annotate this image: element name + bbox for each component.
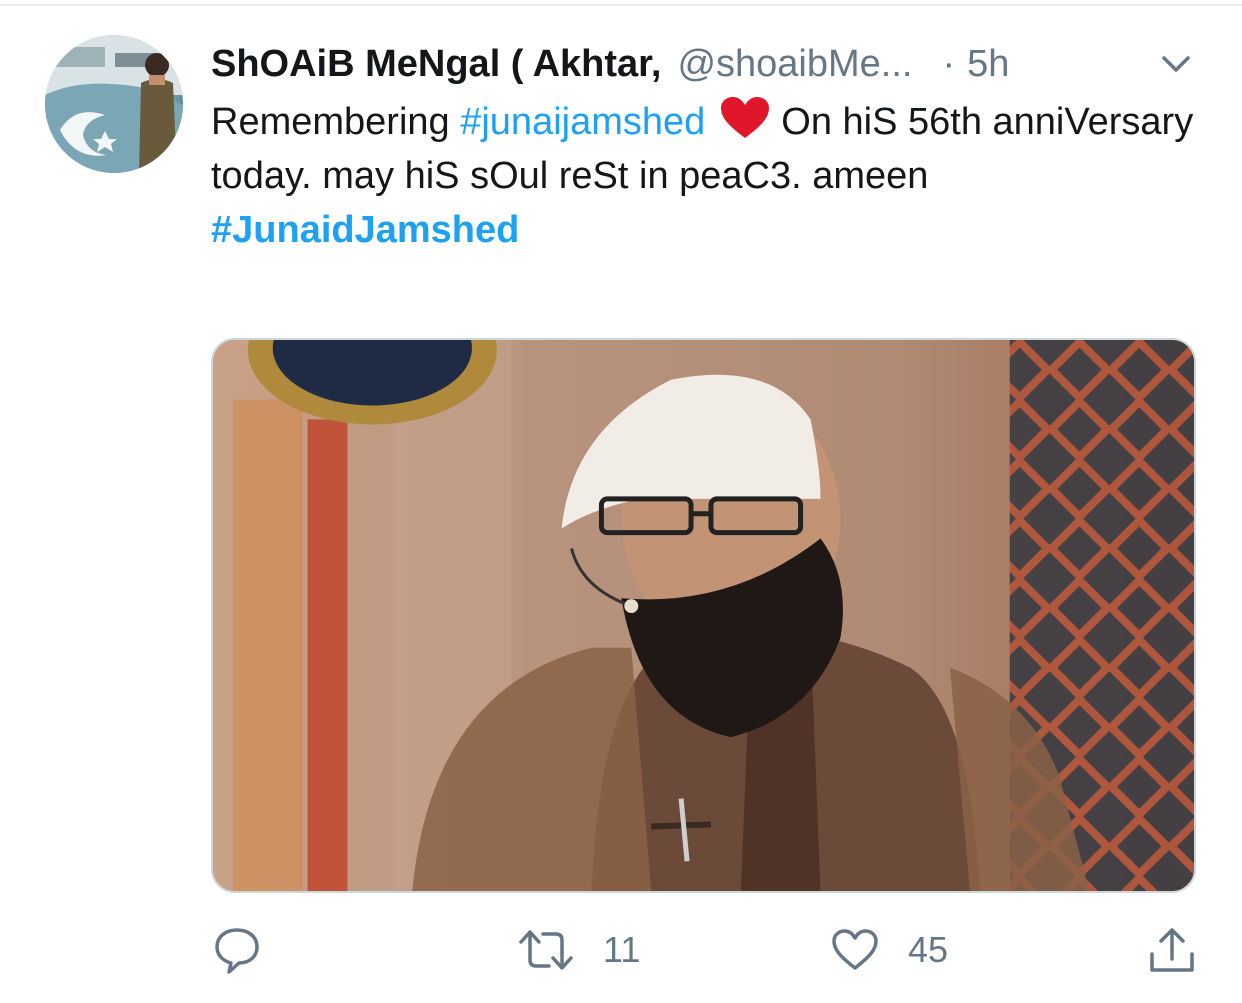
- timestamp[interactable]: 5h: [967, 43, 1009, 86]
- tweet-text: Remembering #junaijamshed On hiS 56th ann…: [211, 95, 1201, 257]
- top-divider: [0, 4, 1242, 6]
- share-button[interactable]: [1148, 915, 1196, 985]
- tweet-header: ShOAiB MeNgal ( Akhtar, @shoaibMe... · 5…: [211, 36, 1171, 92]
- avatar[interactable]: [45, 35, 183, 173]
- tweet-actions: 11 45: [0, 915, 1242, 985]
- red-heart-icon: [719, 96, 771, 140]
- retweet-count: 11: [603, 929, 641, 970]
- retweet-icon: [519, 928, 573, 972]
- like-button[interactable]: 45: [832, 915, 948, 985]
- photo-image: [213, 340, 1194, 891]
- reply-icon: [213, 926, 261, 974]
- separator-dot: ·: [942, 42, 956, 85]
- chevron-down-icon[interactable]: [1156, 46, 1196, 82]
- share-icon: [1148, 926, 1196, 974]
- hashtag-junaijamshed[interactable]: #junaijamshed: [460, 101, 705, 143]
- avatar-image: [45, 35, 183, 173]
- user-handle[interactable]: @shoaibMe...: [677, 43, 912, 86]
- retweet-button[interactable]: 11: [519, 915, 640, 985]
- like-count: 45: [908, 929, 949, 970]
- tweet-text-part1: Remembering: [211, 101, 461, 143]
- tweet-photo[interactable]: [211, 338, 1196, 893]
- reply-button[interactable]: [213, 915, 291, 985]
- display-name[interactable]: ShOAiB MeNgal ( Akhtar,: [211, 43, 661, 86]
- hashtag-junaidjamshed[interactable]: #JunaidJamshed: [211, 209, 519, 251]
- heart-icon: [832, 929, 878, 971]
